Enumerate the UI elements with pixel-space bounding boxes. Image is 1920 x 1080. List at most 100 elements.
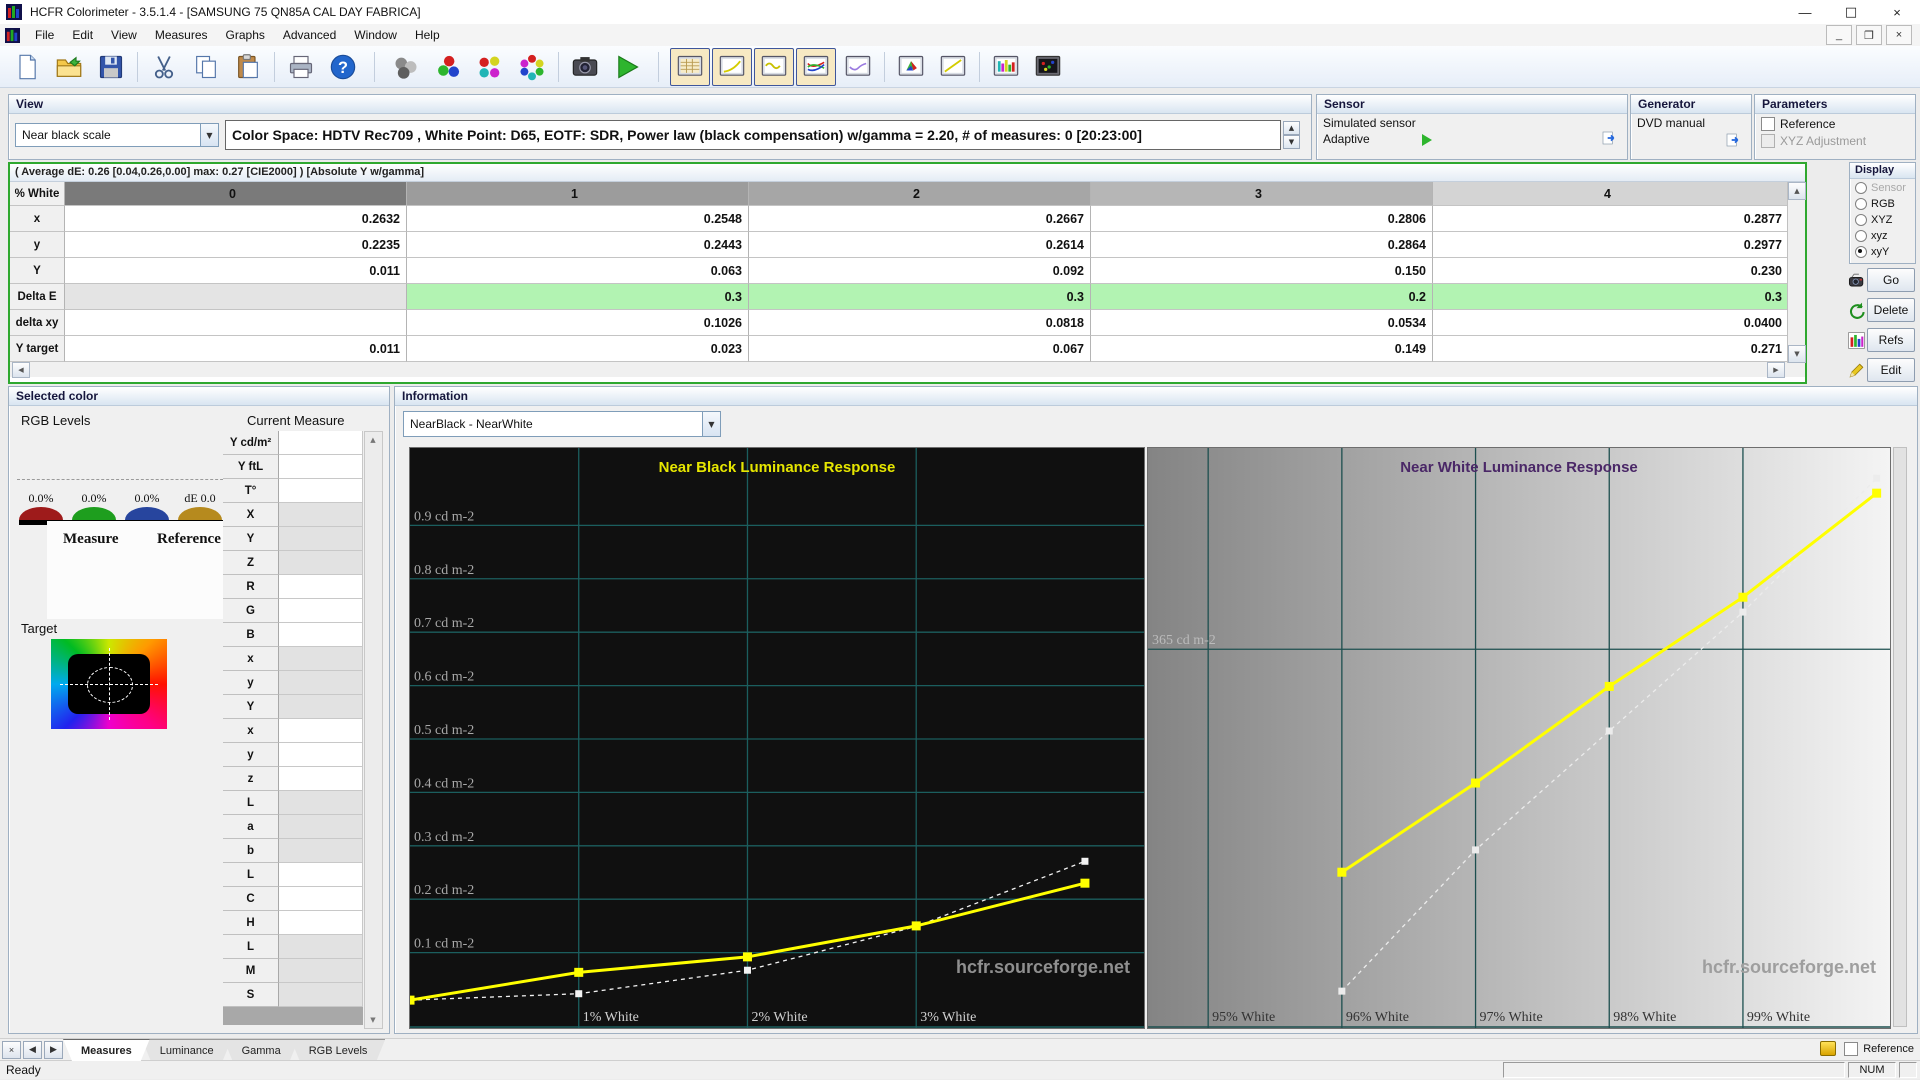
grid-cell[interactable]: 0.067 [749,336,1091,362]
reference-checkbox[interactable] [1844,1042,1858,1056]
snapshot-button[interactable] [565,48,605,86]
menu-advanced[interactable]: Advanced [274,25,345,45]
generator-config-icon[interactable] [1725,132,1741,148]
grid-cell[interactable]: 0.2548 [407,206,749,232]
grid-cell[interactable]: 0.092 [749,258,1091,284]
grid-cell[interactable]: 0.2614 [749,232,1091,258]
notification-icon[interactable] [1820,1041,1836,1056]
grid-column-header-2[interactable]: 2 [749,182,1091,206]
grid-cell[interactable]: 0.3 [407,284,749,310]
menu-window[interactable]: Window [345,25,406,45]
paste-button[interactable] [228,48,268,86]
new-file-button[interactable] [7,48,47,86]
grid-column-header-0[interactable]: 0 [65,182,407,206]
grid-cell[interactable]: 0.011 [65,258,407,284]
grid-cell[interactable]: 0.2235 [65,232,407,258]
tab-luminance[interactable]: Luminance [142,1039,232,1061]
grid-cell[interactable]: 0.0400 [1433,310,1789,336]
mdi-restore-button[interactable]: ❐ [1856,25,1882,45]
view-nearblack-white-button[interactable] [838,48,878,86]
grid-cell[interactable]: 0.2977 [1433,232,1789,258]
menu-edit[interactable]: Edit [63,25,102,45]
radio-icon[interactable] [1855,230,1867,242]
display-option-xyz[interactable]: xyz [1850,227,1915,243]
measure-all-colors-button[interactable] [512,48,552,86]
scroll-left-icon[interactable]: ◀ [12,362,30,378]
maximize-button[interactable]: □ [1828,0,1874,24]
grid-cell[interactable]: 0.2864 [1091,232,1433,258]
grid-cell[interactable]: 0.2877 [1433,206,1789,232]
scroll-up-icon[interactable]: ▲ [1788,182,1806,200]
grid-cell[interactable] [65,284,407,310]
mdi-close-button[interactable]: × [1886,25,1912,45]
menu-view[interactable]: View [102,25,146,45]
mdi-minimize-button[interactable]: _ [1826,25,1852,45]
menu-graphs[interactable]: Graphs [217,25,274,45]
grid-cell[interactable]: 0.063 [407,258,749,284]
view-luminance-button[interactable] [712,48,752,86]
menu-file[interactable]: File [26,25,63,45]
scroll-down-icon[interactable]: ▼ [366,1013,380,1027]
tab-close-button[interactable]: × [2,1041,21,1059]
grid-cell[interactable]: 0.023 [407,336,749,362]
grid-hscrollbar[interactable]: ◀▶ [10,362,1805,377]
grid-cell[interactable]: 0.271 [1433,336,1789,362]
sensor-config-icon[interactable] [1601,130,1617,146]
menu-help[interactable]: Help [406,25,449,45]
display-option-rgb[interactable]: RGB [1850,195,1915,211]
grid-cell[interactable]: 0.2667 [749,206,1091,232]
grid-cell[interactable]: 0.3 [1433,284,1789,310]
tab-prev-button[interactable]: ◀ [23,1041,42,1059]
grid-vscrollbar[interactable]: ▲▼ [1787,182,1805,363]
grid-cell[interactable]: 0.150 [1091,258,1433,284]
measure-grayscale-button[interactable] [386,48,426,86]
scroll-right-icon[interactable]: ▶ [1767,362,1785,378]
copy-button[interactable] [186,48,226,86]
tab-next-button[interactable]: ▶ [44,1041,63,1059]
checkbox-reference[interactable]: Reference [1755,114,1915,131]
grid-cell[interactable]: 0.3 [749,284,1091,310]
grid-cell[interactable]: 0.011 [65,336,407,362]
edit-button[interactable]: Edit [1867,358,1915,382]
go-button[interactable]: Go [1867,268,1915,292]
grid-cell[interactable]: 0.2443 [407,232,749,258]
reference-checkbox-row[interactable]: Reference [1844,1042,1914,1056]
view-measures-grid-button[interactable] [670,48,710,86]
close-button[interactable]: × [1874,0,1920,24]
display-option-xyy[interactable]: xyY [1850,243,1915,259]
grid-cell[interactable] [65,310,407,336]
current-measure-scrollbar[interactable]: ▲ ▼ [364,431,383,1029]
view-color-bars-button[interactable] [986,48,1026,86]
measure-secondaries-button[interactable] [470,48,510,86]
menu-measures[interactable]: Measures [146,25,217,45]
view-gamma-button[interactable] [754,48,794,86]
information-mode-select[interactable]: NearBlack - NearWhite ▼ [403,411,721,437]
spin-down-icon[interactable]: ▼ [1283,135,1300,149]
grid-column-header-1[interactable]: 1 [407,182,749,206]
tab-measures[interactable]: Measures [63,1039,150,1061]
tab-rgb-levels[interactable]: RGB Levels [291,1039,386,1061]
grid-cell[interactable]: 0.2 [1091,284,1433,310]
delete-button[interactable]: Delete [1867,298,1915,322]
view-saturation-button[interactable] [1028,48,1068,86]
scroll-up-icon[interactable]: ▲ [366,433,380,447]
tab-gamma[interactable]: Gamma [224,1039,299,1061]
radio-icon[interactable] [1855,198,1867,210]
about-button[interactable] [323,48,363,86]
grid-column-header-3[interactable]: 3 [1091,182,1433,206]
adaptive-run-icon[interactable] [1422,134,1432,146]
view-cie-chart-button[interactable] [891,48,931,86]
grid-cell[interactable]: 0.2632 [65,206,407,232]
display-option-xyz[interactable]: XYZ [1850,211,1915,227]
radio-icon[interactable] [1855,246,1867,258]
refs-button[interactable]: Refs [1867,328,1915,352]
spin-up-icon[interactable]: ▲ [1283,121,1300,135]
open-file-button[interactable] [49,48,89,86]
view-rgb-levels-button[interactable] [796,48,836,86]
grid-cell[interactable]: 0.149 [1091,336,1433,362]
minimize-button[interactable]: — [1782,0,1828,24]
grid-cell[interactable]: 0.230 [1433,258,1789,284]
print-button[interactable] [281,48,321,86]
grid-cell[interactable]: 0.0818 [749,310,1091,336]
cut-button[interactable] [144,48,184,86]
